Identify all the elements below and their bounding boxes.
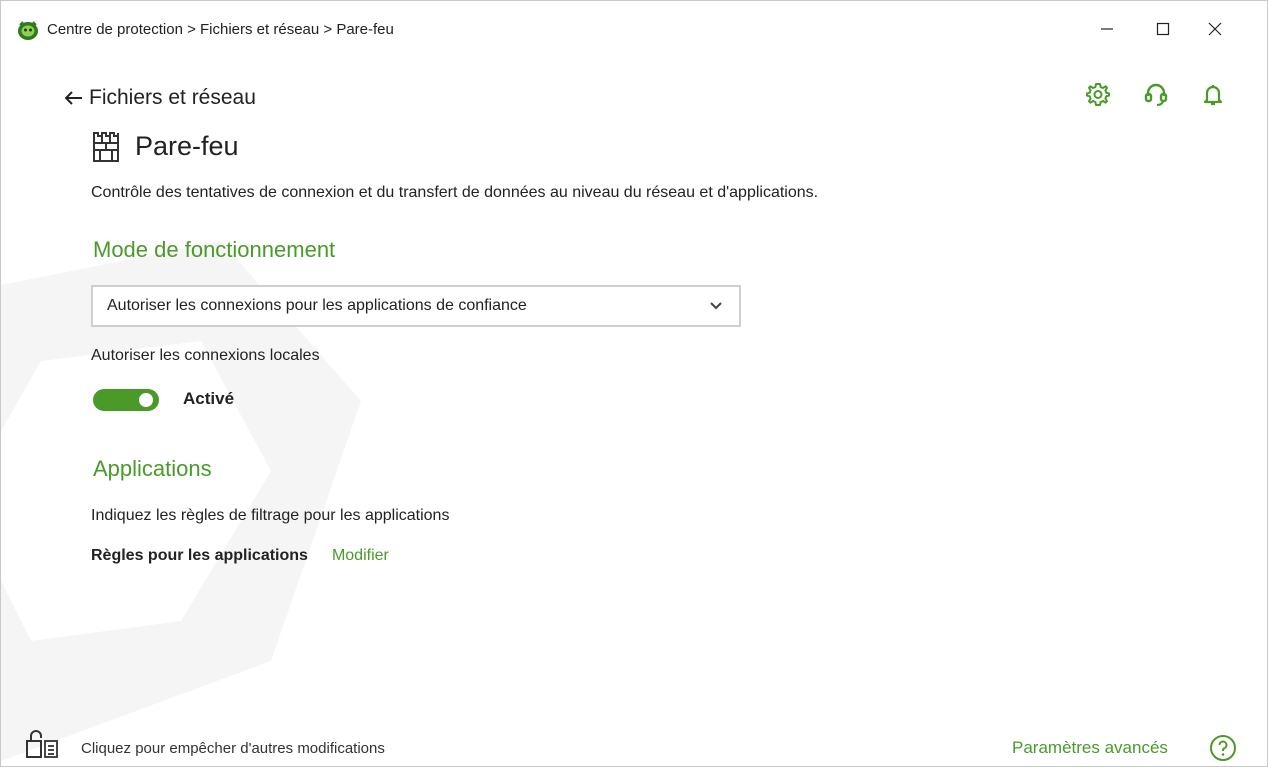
local-connections-label: Autoriser les connexions locales — [91, 347, 320, 364]
app-logo-icon — [18, 21, 38, 40]
gear-icon — [1086, 83, 1110, 106]
lock-open-icon[interactable] — [25, 729, 61, 759]
notifications-button[interactable] — [1198, 79, 1228, 109]
lock-hint-text[interactable]: Cliquez pour empêcher d'autres modificat… — [81, 740, 385, 757]
firewall-icon — [93, 131, 119, 162]
back-link-label: Fichiers et réseau — [89, 86, 256, 109]
rules-row: Règles pour les applications Modifier — [91, 547, 389, 565]
bell-icon — [1203, 85, 1223, 106]
mode-select-value: Autoriser les connexions pour les applic… — [107, 297, 527, 314]
page-title: Pare-feu — [135, 131, 239, 161]
toggle-knob — [139, 393, 153, 407]
headset-support-icon — [1144, 83, 1168, 107]
arrow-left-icon — [65, 91, 82, 105]
minimize-button[interactable] — [1089, 15, 1125, 43]
chevron-down-icon — [710, 302, 722, 310]
rules-label: Règles pour les applications — [91, 547, 308, 564]
minimize-icon — [1101, 28, 1113, 30]
mode-select[interactable]: Autoriser les connexions pour les applic… — [91, 285, 741, 327]
applications-section-heading: Applications — [93, 456, 212, 481]
edit-rules-link[interactable]: Modifier — [332, 547, 389, 565]
close-button[interactable] — [1197, 15, 1233, 43]
window-title-text: Centre de protection > Fichiers et résea… — [47, 21, 394, 38]
page-header: Pare-feu — [91, 131, 239, 162]
title-bar: Centre de protection > Fichiers et résea… — [1, 1, 1267, 59]
maximize-icon — [1156, 22, 1170, 36]
back-link[interactable]: Fichiers et réseau — [65, 86, 256, 110]
page-description: Contrôle des tentatives de connexion et … — [91, 184, 819, 201]
local-connections-toggle[interactable] — [93, 389, 159, 411]
advanced-settings-link[interactable]: Paramètres avancés — [1012, 738, 1168, 758]
toggle-state-label: Activé — [183, 389, 235, 408]
applications-description: Indiquez les règles de filtrage pour les… — [91, 507, 450, 524]
maximize-button[interactable] — [1145, 15, 1181, 43]
close-icon — [1208, 22, 1222, 36]
mode-section-heading: Mode de fonctionnement — [93, 237, 336, 262]
help-icon[interactable] — [1209, 734, 1237, 762]
support-button[interactable] — [1141, 79, 1171, 109]
window-title: Centre de protection > Fichiers et résea… — [47, 21, 394, 38]
settings-button[interactable] — [1083, 79, 1113, 109]
app-window: Centre de protection > Fichiers et résea… — [0, 0, 1268, 767]
